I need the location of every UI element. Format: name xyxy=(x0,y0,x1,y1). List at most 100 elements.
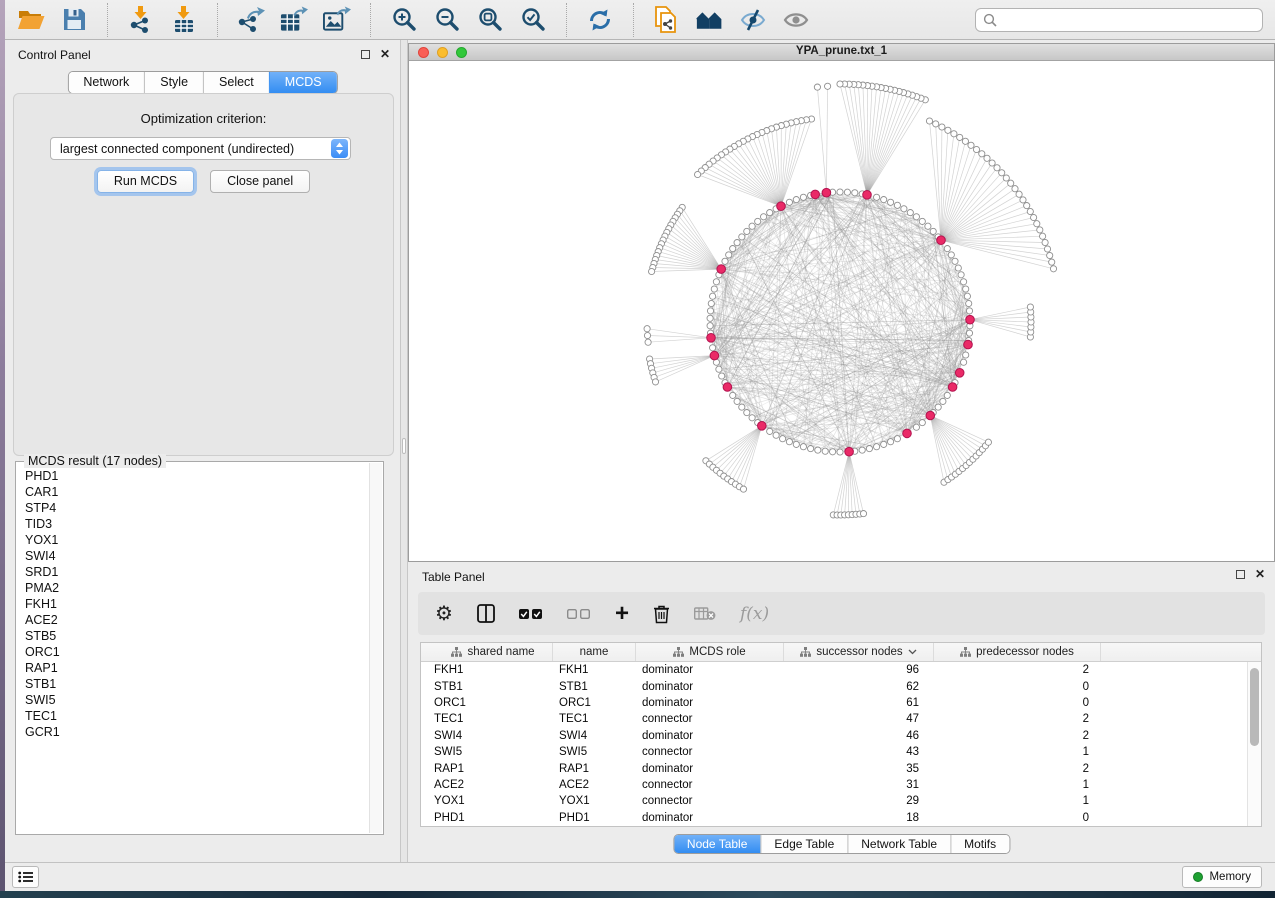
mcds-result-item[interactable]: FKH1 xyxy=(17,596,369,612)
network-canvas[interactable] xyxy=(409,62,1274,561)
network-window-titlebar[interactable]: YPA_prune.txt_1 xyxy=(409,44,1274,61)
table-row[interactable]: STB1STB1dominator620 xyxy=(421,678,1247,694)
float-panel-icon[interactable] xyxy=(361,50,370,59)
search-box[interactable] xyxy=(975,8,1263,32)
table-row[interactable]: RAP1RAP1dominator352 xyxy=(421,760,1247,776)
mcds-result-item[interactable]: TEC1 xyxy=(17,708,369,724)
table-cell: connector xyxy=(636,795,784,807)
table-cell: 47 xyxy=(784,713,934,725)
toolbar-separator xyxy=(107,3,108,37)
save-icon[interactable] xyxy=(60,6,88,34)
mcds-result-item[interactable]: PHD1 xyxy=(17,468,369,484)
mcds-result-item[interactable]: STB5 xyxy=(17,628,369,644)
zoom-in-icon[interactable] xyxy=(390,6,418,34)
table-scrollbar[interactable] xyxy=(1247,662,1261,826)
eye-slash-icon[interactable] xyxy=(739,6,767,34)
table-cell: dominator xyxy=(636,812,784,824)
add-column-icon[interactable]: + xyxy=(615,601,629,627)
mcds-result-list[interactable]: PHD1CAR1STP4TID3YOX1SWI4SRD1PMA2FKH1ACE2… xyxy=(17,468,369,833)
run-mcds-button[interactable]: Run MCDS xyxy=(97,170,194,193)
mcds-result-item[interactable]: ACE2 xyxy=(17,612,369,628)
deselect-all-icon[interactable] xyxy=(567,601,591,627)
column-chooser-icon[interactable] xyxy=(477,601,495,627)
export-image-icon[interactable] xyxy=(323,6,351,34)
network-window-title: YPA_prune.txt_1 xyxy=(409,45,1274,57)
mcds-result-item[interactable]: ORC1 xyxy=(17,644,369,660)
table-panel-header: Table Panel ✕ xyxy=(408,566,1275,588)
column-header-predecessor-nodes[interactable]: predecessor nodes xyxy=(934,643,1101,661)
export-table-icon[interactable] xyxy=(280,6,308,34)
mcds-result-item[interactable]: PMA2 xyxy=(17,580,369,596)
column-header-shared-name[interactable]: shared name xyxy=(421,643,553,661)
mcds-result-item[interactable]: RAP1 xyxy=(17,660,369,676)
tab-network-table[interactable]: Network Table xyxy=(847,835,950,853)
eye-icon[interactable] xyxy=(782,6,810,34)
tab-style[interactable]: Style xyxy=(144,72,203,93)
table-cell: 0 xyxy=(934,697,1101,709)
column-header-successor-nodes[interactable]: successor nodes xyxy=(784,643,934,661)
node-table-body[interactable]: FKH1FKH1dominator962STB1STB1dominator620… xyxy=(421,662,1247,826)
memory-button[interactable]: Memory xyxy=(1182,866,1262,888)
houses-icon[interactable] xyxy=(696,6,724,34)
table-row[interactable]: ACE2ACE2connector311 xyxy=(421,777,1247,793)
tab-node-table[interactable]: Node Table xyxy=(674,835,761,853)
table-row[interactable]: FKH1FKH1dominator962 xyxy=(421,662,1247,678)
mcds-result-item[interactable]: SWI5 xyxy=(17,692,369,708)
table-cell: 1 xyxy=(934,795,1101,807)
tab-network[interactable]: Network xyxy=(68,72,144,93)
mcds-result-item[interactable]: STB1 xyxy=(17,676,369,692)
table-row[interactable]: YOX1YOX1connector291 xyxy=(421,793,1247,809)
control-panel-title: Control Panel xyxy=(18,48,91,62)
node-table: shared name name MCDS role s xyxy=(420,642,1262,827)
zoom-fit-icon[interactable] xyxy=(476,6,504,34)
tab-edge-table[interactable]: Edge Table xyxy=(760,835,847,853)
close-panel-icon[interactable]: ✕ xyxy=(380,49,390,59)
table-settings-gear-icon[interactable]: ⚙ xyxy=(435,601,453,627)
float-panel-icon[interactable] xyxy=(1236,570,1245,579)
optimization-criterion-label: Optimization criterion: xyxy=(14,111,393,126)
zoom-out-icon[interactable] xyxy=(433,6,461,34)
mcds-result-item[interactable]: SRD1 xyxy=(17,564,369,580)
task-history-button[interactable] xyxy=(12,866,39,888)
table-cell: 2 xyxy=(934,664,1101,676)
table-row[interactable]: TEC1TEC1connector472 xyxy=(421,711,1247,727)
mcds-result-item[interactable]: GCR1 xyxy=(17,724,369,740)
tab-motifs[interactable]: Motifs xyxy=(950,835,1009,853)
mcds-result-item[interactable]: CAR1 xyxy=(17,484,369,500)
table-row[interactable]: ORC1ORC1dominator610 xyxy=(421,695,1247,711)
mcds-result-item[interactable]: STP4 xyxy=(17,500,369,516)
tab-select[interactable]: Select xyxy=(203,72,269,93)
export-network-icon[interactable] xyxy=(237,6,265,34)
search-input[interactable] xyxy=(1002,13,1255,27)
table-cell: connector xyxy=(636,713,784,725)
table-cell: SWI4 xyxy=(553,730,636,742)
table-cell: FKH1 xyxy=(553,664,636,676)
tab-mcds[interactable]: MCDS xyxy=(269,72,337,93)
delete-column-icon[interactable] xyxy=(653,601,670,627)
column-header-mcds-role[interactable]: MCDS role xyxy=(636,643,784,661)
panel-split-divider[interactable] xyxy=(400,40,408,862)
import-network-icon[interactable] xyxy=(127,6,155,34)
mcds-result-item[interactable]: YOX1 xyxy=(17,532,369,548)
select-all-icon[interactable] xyxy=(519,601,543,627)
copy-document-icon[interactable] xyxy=(653,6,681,34)
import-table-icon[interactable] xyxy=(170,6,198,34)
table-cell: YOX1 xyxy=(553,795,636,807)
zoom-selected-icon[interactable] xyxy=(519,6,547,34)
mcds-result-item[interactable]: TID3 xyxy=(17,516,369,532)
close-panel-button[interactable]: Close panel xyxy=(210,170,310,193)
close-panel-icon[interactable]: ✕ xyxy=(1255,569,1265,579)
table-row[interactable]: SWI5SWI5connector431 xyxy=(421,744,1247,760)
mcds-result-scrollbar[interactable] xyxy=(369,463,382,833)
refresh-icon[interactable] xyxy=(586,6,614,34)
table-cell: ACE2 xyxy=(421,779,553,791)
column-header-name[interactable]: name xyxy=(553,643,636,661)
table-row[interactable]: PHD1PHD1dominator180 xyxy=(421,810,1247,826)
divider-grip[interactable] xyxy=(402,438,406,454)
table-cell: 31 xyxy=(784,779,934,791)
mcds-result-item[interactable]: SWI4 xyxy=(17,548,369,564)
open-folder-icon[interactable] xyxy=(17,6,45,34)
table-row[interactable]: SWI4SWI4dominator462 xyxy=(421,728,1247,744)
table-scrollbar-thumb[interactable] xyxy=(1250,668,1259,746)
optimization-criterion-select[interactable]: largest connected component (undirected) xyxy=(50,137,351,160)
